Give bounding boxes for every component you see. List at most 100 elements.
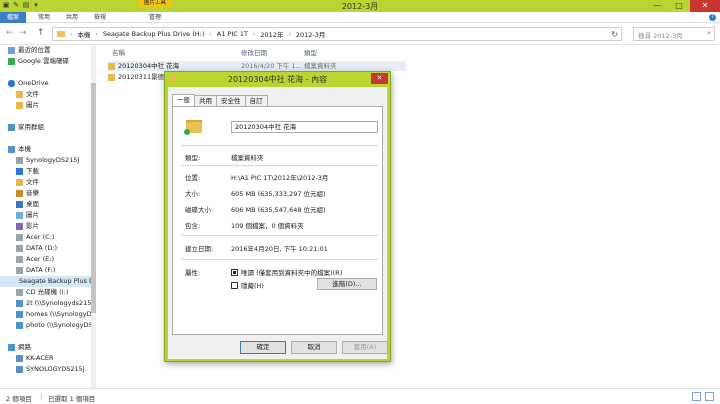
nav-item-onedrive-pictures[interactable]: 圖片: [16, 100, 39, 111]
music-icon: [16, 190, 23, 197]
attributes-label: 屬性:: [185, 269, 201, 277]
column-header-name[interactable]: 名稱: [112, 47, 125, 57]
nav-item-drive-c[interactable]: Acer (C:): [16, 232, 54, 243]
status-bar: 2 個項目 | 已選取 1 個項目: [0, 388, 720, 404]
recent-places-icon: [8, 47, 15, 54]
tab-home[interactable]: 常用: [32, 12, 56, 23]
created-label: 建立日期:: [185, 245, 214, 253]
minimize-button[interactable]: —: [646, 0, 668, 12]
nav-item-google-drive[interactable]: Google 雲端硬碟: [8, 56, 69, 67]
window-title: 2012-3月: [341, 2, 379, 11]
downloads-icon: [16, 168, 23, 175]
help-icon[interactable]: ?: [709, 14, 716, 21]
nav-item-network-2t[interactable]: 2t (\\Synologyds215j): [16, 298, 96, 309]
forward-button[interactable]: →: [19, 28, 27, 38]
nav-item-drive-f[interactable]: DATA (F:): [16, 265, 55, 276]
pictures-icon: [16, 212, 23, 219]
nav-item-onedrive-documents[interactable]: 文件: [16, 89, 39, 100]
readonly-checkbox[interactable]: 唯讀 (僅套用到資料夾中的檔案)(R): [231, 267, 342, 277]
nav-item-recent-places[interactable]: 最近的位置: [8, 45, 51, 56]
nav-item-pictures[interactable]: 圖片: [16, 210, 39, 221]
nav-item-network-homes[interactable]: homes (\\SynologyDS: [16, 309, 96, 320]
tab-view[interactable]: 檢視: [88, 12, 112, 23]
tab-sharing[interactable]: 共用: [194, 95, 217, 106]
tab-file[interactable]: 檔案: [0, 12, 26, 23]
network-drive-icon: [16, 300, 23, 307]
network-drive-icon: [16, 322, 23, 329]
divider: [181, 165, 378, 166]
nav-item-network-photo[interactable]: photo (\\SynologyDS: [16, 320, 93, 331]
cancel-button[interactable]: 取消: [291, 341, 337, 354]
file-row[interactable]: 20120304中社 花海 2016/4/20 下午 1... 檔案資料夾: [108, 61, 406, 71]
location-label: 位置:: [185, 174, 201, 182]
nav-item-this-pc[interactable]: 本機: [8, 144, 31, 155]
search-input[interactable]: 搜尋 2012-3月 ⌕: [633, 27, 715, 41]
item-count: 2 個項目: [6, 395, 32, 403]
tab-manage[interactable]: 管理: [140, 12, 170, 23]
file-name: 20120311景德: [118, 73, 165, 81]
ok-button[interactable]: 確定: [240, 341, 286, 354]
nav-item-network[interactable]: 網路: [8, 342, 31, 353]
nav-item-homegroup[interactable]: 家用群組: [8, 122, 44, 133]
dialog-close-button[interactable]: ✕: [371, 73, 388, 84]
folder-icon: [108, 74, 115, 81]
nav-item-kk-acer[interactable]: KK-ACER: [16, 353, 54, 364]
shared-badge-icon: [184, 129, 190, 135]
file-type: 檔案資料夾: [304, 62, 337, 70]
column-header-type[interactable]: 類型: [304, 47, 317, 57]
breadcrumb-drive[interactable]: Seagate Backup Plus Drive (H:): [103, 30, 205, 38]
nav-item-onedrive[interactable]: OneDrive: [8, 78, 49, 89]
tab-share[interactable]: 共用: [60, 12, 84, 23]
nav-item-cd-drive[interactable]: CD 光碟機 (I:): [16, 287, 68, 298]
homegroup-icon: [8, 124, 15, 131]
breadcrumb-this-pc[interactable]: 本機: [77, 29, 90, 39]
computer-icon: [16, 366, 23, 373]
nav-item-drive-d[interactable]: DATA (D:): [16, 243, 57, 254]
drive-icon: [16, 245, 23, 252]
nav-item-videos[interactable]: 影片: [16, 221, 39, 232]
nav-scrollbar-thumb[interactable]: [91, 83, 96, 313]
breadcrumb-year[interactable]: 2012年: [260, 29, 283, 39]
hidden-checkbox[interactable]: 隱藏(H): [231, 280, 264, 290]
divider: [181, 235, 378, 236]
back-button[interactable]: ←: [6, 28, 14, 38]
breadcrumb-a1-pic[interactable]: A1 PIC 1T: [217, 30, 248, 38]
folder-icon: [16, 102, 23, 109]
nav-item-drive-e[interactable]: Acer (E:): [16, 254, 54, 265]
advanced-button[interactable]: 進階(D)...: [317, 278, 377, 290]
nav-scrollbar[interactable]: [91, 45, 96, 388]
dialog-body: 一般 共用 安全性 自訂 20120304中社 花海 類型: 檔案資料夾 位置:…: [168, 87, 388, 359]
tab-customize[interactable]: 自訂: [244, 95, 268, 106]
computer-icon: [16, 355, 23, 362]
maximize-button[interactable]: □: [668, 0, 690, 12]
large-icons-view-icon[interactable]: [705, 392, 714, 401]
close-button[interactable]: ✕: [690, 0, 720, 12]
details-view-icon[interactable]: [692, 392, 701, 401]
up-button[interactable]: ↑: [37, 28, 45, 38]
breadcrumb-month[interactable]: 2012-3月: [296, 29, 326, 39]
contains-value: 109 個檔案，0 個資料夾: [231, 222, 304, 230]
folder-name-field[interactable]: 20120304中社 花海: [231, 121, 378, 133]
properties-dialog: 20120304中社 花海 - 內容 ✕ 一般 共用 安全性 自訂 201203…: [164, 71, 391, 362]
nav-item-music[interactable]: 音樂: [16, 188, 39, 199]
nav-item-desktop[interactable]: 桌面: [16, 199, 39, 210]
disk-size-value: 606 MB (635,547,648 位元組): [231, 206, 326, 214]
nav-item-synologyds215j[interactable]: SYNOLOGYDS215J: [16, 364, 85, 375]
tab-security[interactable]: 安全性: [216, 95, 246, 106]
nav-item-drive-h[interactable]: Seagate Backup Plus D: [0, 276, 94, 287]
desktop-icon: [16, 201, 23, 208]
search-icon[interactable]: ⌕: [707, 29, 711, 38]
address-bar[interactable]: › 本機 › Seagate Backup Plus Drive (H:) › …: [52, 27, 622, 41]
network-drive-icon: [16, 311, 23, 318]
drive-icon: [16, 256, 23, 263]
nav-item-downloads[interactable]: 下載: [16, 166, 39, 177]
column-header-date[interactable]: 修改日期: [241, 47, 267, 57]
apply-button[interactable]: 套用(A): [342, 341, 388, 354]
folder-icon: [16, 91, 23, 98]
nav-item-documents[interactable]: 文件: [16, 177, 39, 188]
tab-general[interactable]: 一般: [172, 94, 195, 106]
divider: [181, 259, 378, 260]
nav-item-synology[interactable]: SynologyDS215J: [16, 155, 79, 166]
refresh-icon[interactable]: ↻: [611, 30, 618, 39]
location-value: H:\A1 PIC 1T\2012年\2012-3月: [231, 174, 329, 182]
